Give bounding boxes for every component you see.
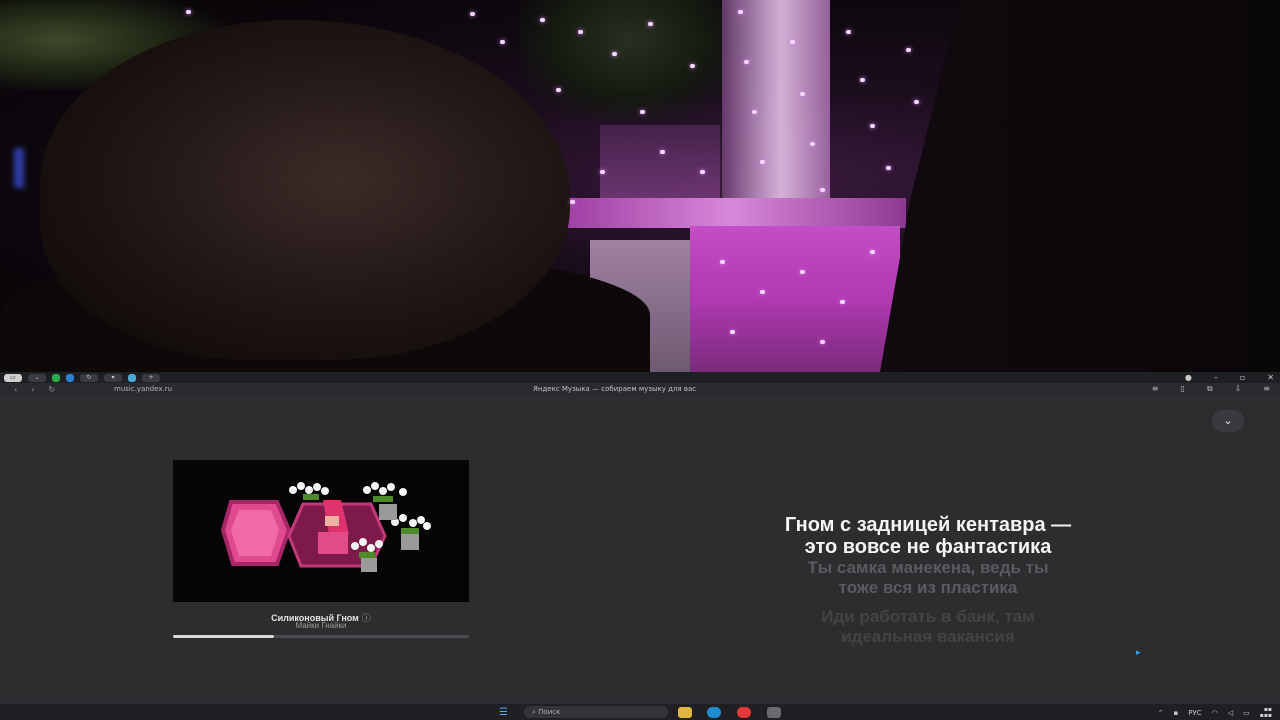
- track-artist[interactable]: Майки Гнайки: [173, 621, 469, 630]
- lyric-current-line-2[interactable]: это вовсе не фантастика: [600, 536, 1256, 558]
- download-icon[interactable]: ⇩: [1235, 384, 1242, 394]
- webcam-feed: [0, 0, 1280, 372]
- taskbar-search[interactable]: ⌕ Поиск: [524, 706, 668, 718]
- forward-icon[interactable]: ›: [31, 385, 34, 394]
- bookmark-icon[interactable]: ▯: [1180, 384, 1184, 394]
- maximize-icon[interactable]: ▫: [1240, 372, 1245, 383]
- reload-icon[interactable]: ↻: [48, 385, 55, 394]
- browser-tab-bar: ▭ ⌄ ↻ ▾ + ● – ▫ ✕: [0, 372, 1280, 383]
- yandex-browser-icon[interactable]: [737, 707, 751, 718]
- mouse-cursor-icon: ▸: [1136, 648, 1141, 658]
- volume-icon[interactable]: ◁: [1228, 709, 1233, 717]
- tray-chevron-icon[interactable]: ⌃: [1158, 709, 1164, 717]
- wifi-icon[interactable]: ◠: [1212, 709, 1218, 717]
- tabs-icon[interactable]: ≡: [1152, 384, 1159, 394]
- lyric-current-line-1[interactable]: Гном с задницей кентавра —: [600, 514, 1256, 536]
- system-tray: ⌃ ▪ РУС ◠ ◁ ▭ ▪▪ ▪▪▪: [1158, 707, 1272, 719]
- tab-overview-icon[interactable]: ▭: [4, 373, 22, 382]
- tray-app-icon[interactable]: ▪: [1174, 709, 1179, 717]
- clock[interactable]: ▪▪ ▪▪▪: [1260, 707, 1272, 719]
- taskbar: ☰ ⌕ Поиск ⌃ ▪ РУС ◠ ◁ ▭ ▪▪ ▪▪▪: [0, 703, 1280, 720]
- playback-progress-fill: [173, 635, 274, 638]
- music-player-page: ⌄ Силиконовый Гном ⓘ Майки Гнайки Гном с…: [0, 396, 1280, 703]
- album-cover: [173, 460, 469, 602]
- file-explorer-icon[interactable]: [678, 707, 692, 718]
- tab-refresh-icon[interactable]: ↻: [80, 373, 98, 382]
- new-tab-icon[interactable]: +: [142, 373, 160, 382]
- tab-download-icon[interactable]: ▾: [104, 373, 122, 382]
- battery-icon[interactable]: ▭: [1243, 709, 1250, 717]
- search-placeholder: Поиск: [538, 708, 561, 716]
- collapse-player-button[interactable]: ⌄: [1212, 410, 1244, 432]
- tab-app-green-icon[interactable]: [52, 373, 60, 382]
- page-title: Яндекс Музыка — собираем музыку для вас: [533, 385, 697, 393]
- tab-app-blue-icon[interactable]: [66, 373, 74, 382]
- address-bar: ‹ › ↻ music.yandex.ru Яндекс Музыка — со…: [0, 383, 1280, 396]
- lyric-next-line-1[interactable]: Ты самка манекена, ведь ты: [600, 558, 1256, 578]
- menu-icon[interactable]: ≡: [1263, 384, 1270, 394]
- string-lights: [0, 0, 1280, 372]
- chevron-down-icon: ⌄: [1223, 414, 1233, 427]
- lyric-later-line-2[interactable]: идеальная вакансия: [600, 627, 1256, 647]
- app-with-badge-icon[interactable]: [767, 707, 781, 718]
- lyric-later-line-1[interactable]: Иди работать в банк, там: [600, 607, 1256, 627]
- lyric-next-line-2[interactable]: тоже вся из пластика: [600, 578, 1256, 598]
- cover-art-icon: [220, 482, 431, 572]
- edge-browser-icon[interactable]: [707, 707, 721, 718]
- tab-music-icon[interactable]: [128, 373, 136, 382]
- back-icon[interactable]: ‹: [14, 385, 17, 394]
- tab-dropdown-icon[interactable]: ⌄: [28, 373, 46, 382]
- extensions-icon[interactable]: ⧉: [1207, 384, 1213, 394]
- start-menu-icon[interactable]: ☰: [499, 707, 515, 718]
- playback-progress[interactable]: [173, 635, 469, 638]
- close-icon[interactable]: ✕: [1267, 372, 1274, 383]
- minimize-icon[interactable]: –: [1214, 372, 1218, 383]
- url-field[interactable]: music.yandex.ru: [114, 385, 172, 393]
- language-indicator[interactable]: РУС: [1188, 709, 1201, 717]
- profile-icon[interactable]: ●: [1185, 372, 1192, 383]
- lyrics-panel: Гном с задницей кентавра — это вовсе не …: [600, 514, 1256, 647]
- window-controls: ● – ▫ ✕: [1185, 372, 1274, 383]
